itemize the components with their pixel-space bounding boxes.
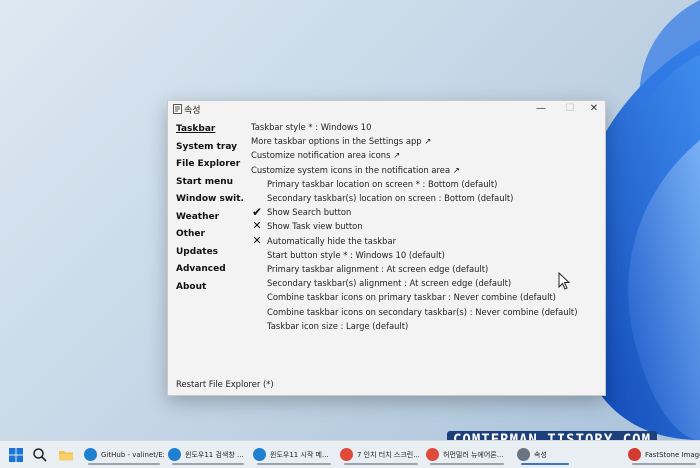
sidebar-item-about[interactable]: About — [176, 279, 244, 297]
properties-window: 속성 — ☐ ✕ Taskbar System tray File Explor… — [167, 100, 606, 396]
app-window-icon — [173, 104, 182, 114]
minimize-button[interactable]: — — [528, 101, 554, 117]
sidebar-item-label: Other — [176, 229, 205, 239]
maximize-button[interactable]: ☐ — [557, 101, 583, 117]
app-window-icon — [517, 448, 530, 461]
taskbar-app-button[interactable]: 속성 — [517, 444, 573, 465]
setting-row[interactable]: Start button style * : Windows 10 (defau… — [267, 248, 445, 262]
chrome-icon — [426, 448, 439, 461]
folder-icon[interactable] — [58, 447, 74, 463]
window-title: 속성 — [184, 106, 201, 116]
sidebar-item-window-switcher[interactable]: Window swit... — [176, 191, 244, 209]
setting-row[interactable]: Secondary taskbar(s) alignment : At scre… — [267, 276, 511, 290]
setting-row[interactable]: Combine taskbar icons on primary taskbar… — [267, 290, 556, 304]
checked-icon: ✔ — [251, 205, 263, 220]
taskbar-app-label: 허먼밀러 뉴에어론... — [443, 450, 504, 459]
setting-row[interactable]: Customize notification area icons ↗ — [251, 148, 400, 162]
running-indicator — [430, 463, 504, 465]
taskbar: GitHub - valinet/Ex... 윈도우11 검색창 ... 윈도우11… — [0, 440, 700, 468]
sidebar-item-label: System tray — [176, 141, 238, 152]
sidebar-item-advanced[interactable]: Advanced — [176, 261, 244, 279]
search-icon[interactable] — [32, 447, 48, 463]
taskbar-app-label: 7 인치 터치 스크린... — [357, 450, 420, 459]
sidebar-item-label: Advanced — [176, 264, 226, 274]
setting-row[interactable]: Taskbar style * : Windows 10 — [251, 120, 371, 134]
close-button[interactable]: ✕ — [581, 101, 607, 117]
taskbar-app-label: 윈도우11 시작 메... — [270, 450, 329, 459]
setting-row[interactable]: Customize system icons in the notificati… — [251, 163, 460, 177]
sidebar-item-updates[interactable]: Updates — [176, 244, 244, 262]
sidebar-item-label: Window swit... — [176, 194, 244, 204]
sidebar-item-weather[interactable]: Weather — [176, 209, 244, 227]
setting-row[interactable]: Primary taskbar location on screen * : B… — [267, 177, 497, 191]
sidebar: Taskbar System tray File Explorer Start … — [176, 121, 246, 296]
sidebar-item-label: File Explorer — [176, 159, 241, 169]
setting-row[interactable]: Automatically hide the taskbar — [267, 234, 396, 248]
running-indicator — [257, 463, 331, 465]
restart-explorer-link[interactable]: Restart File Explorer (*) — [176, 379, 274, 389]
sidebar-item-file-explorer[interactable]: File Explorer — [176, 156, 244, 174]
unchecked-x-icon: ✕ — [252, 219, 262, 233]
title-bar[interactable]: 속성 — ☐ ✕ — [168, 101, 605, 118]
sidebar-item-label: About — [176, 281, 207, 292]
setting-row[interactable]: Combine taskbar icons on secondary taskb… — [267, 305, 577, 319]
chrome-icon — [340, 448, 353, 461]
mouse-cursor-icon — [558, 272, 570, 290]
edge-icon — [84, 448, 97, 461]
taskbar-app-label: FastStone Image V... — [645, 450, 700, 459]
unchecked-x-icon: ✕ — [252, 233, 262, 247]
running-indicator — [521, 463, 569, 465]
setting-row[interactable]: Show Task view button — [267, 219, 363, 233]
edge-icon — [168, 448, 181, 461]
taskbar-app-button[interactable]: GitHub - valinet/Ex... — [84, 444, 164, 465]
sidebar-item-start-menu[interactable]: Start menu — [176, 174, 244, 192]
taskbar-app-button[interactable]: FastStone Image V... — [628, 444, 700, 465]
setting-row[interactable]: Taskbar icon size : Large (default) — [267, 319, 408, 333]
sidebar-item-taskbar[interactable]: Taskbar — [176, 121, 244, 139]
sidebar-item-other[interactable]: Other — [176, 226, 244, 244]
taskbar-app-button[interactable]: 허먼밀러 뉴에어론... — [426, 444, 508, 465]
running-indicator — [632, 463, 696, 465]
sidebar-item-label: Weather — [176, 211, 220, 222]
taskbar-app-label: GitHub - valinet/Ex... — [101, 450, 164, 459]
sidebar-item-label: Start menu — [176, 176, 234, 187]
taskbar-app-button[interactable]: 윈도우11 검색창 ... — [168, 444, 248, 465]
setting-row[interactable]: Primary taskbar alignment : At screen ed… — [267, 262, 488, 276]
sidebar-item-label: Updates — [176, 246, 219, 257]
faststone-icon — [628, 448, 641, 461]
running-indicator — [344, 463, 418, 465]
taskbar-app-label: 속성 — [534, 450, 547, 459]
edge-icon — [253, 448, 266, 461]
setting-row[interactable]: Show Search button — [267, 205, 351, 219]
sidebar-item-label: Taskbar — [176, 124, 216, 134]
start-icon[interactable] — [8, 447, 24, 463]
running-indicator — [172, 463, 244, 465]
setting-row[interactable]: Secondary taskbar(s) location on screen … — [267, 191, 513, 205]
taskbar-app-button[interactable]: 7 인치 터치 스크린... — [340, 444, 422, 465]
taskbar-app-label: 윈도우11 검색창 ... — [185, 450, 244, 459]
running-indicator — [88, 463, 160, 465]
taskbar-app-button[interactable]: 윈도우11 시작 메... — [253, 444, 335, 465]
setting-row[interactable]: More taskbar options in the Settings app… — [251, 134, 431, 148]
sidebar-item-system-tray[interactable]: System tray — [176, 139, 244, 157]
